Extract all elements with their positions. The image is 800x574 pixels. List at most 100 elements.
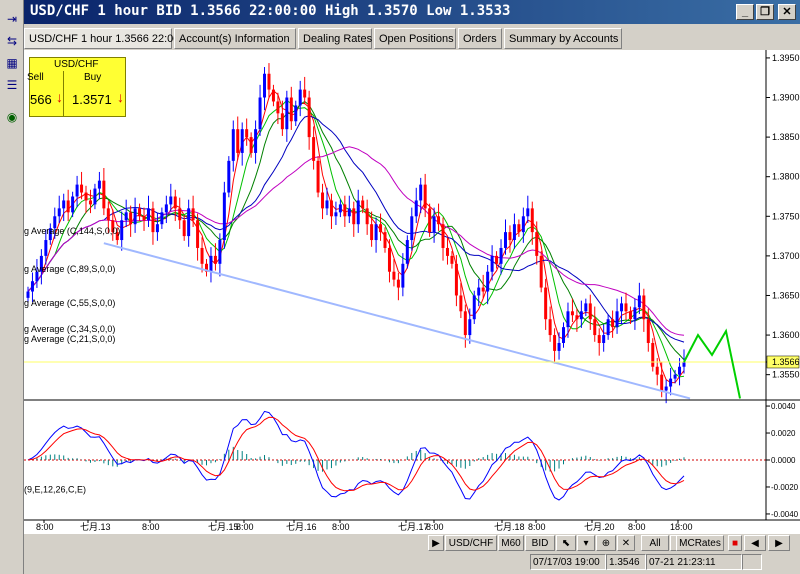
time-tick-label: 七月.15 xyxy=(208,522,239,532)
restore-button[interactable]: ❐ xyxy=(756,4,774,20)
cursor-tool-icon[interactable]: ⬉ xyxy=(556,535,576,551)
sell-label: Sell xyxy=(27,72,44,83)
candle-body xyxy=(579,311,583,320)
candle-body xyxy=(160,212,164,225)
mcrates-button[interactable]: MCRates xyxy=(676,535,724,551)
candle-body xyxy=(414,200,418,217)
candle-body xyxy=(682,361,686,367)
candle-body xyxy=(178,208,182,221)
candle-body xyxy=(419,184,423,201)
sell-arrow-icon: ↓ xyxy=(56,89,63,105)
candle-body xyxy=(294,105,298,122)
left-toolbar: ⇥ ⇆ ▦ ☰ ◉ xyxy=(0,0,24,574)
candle-body xyxy=(173,196,177,209)
candle-body xyxy=(544,287,548,320)
candle-body xyxy=(258,97,262,130)
candle-body xyxy=(374,224,378,241)
period-button[interactable]: M60 xyxy=(498,535,524,551)
time-tick-label: 18:00 xyxy=(670,522,693,532)
candle-body xyxy=(236,129,240,153)
tab-account-information[interactable]: Account(s) Information xyxy=(174,28,296,49)
candle-body xyxy=(44,240,48,256)
candle-body xyxy=(267,73,271,90)
candle-body xyxy=(557,342,561,351)
candle-body xyxy=(30,281,34,292)
candle-body xyxy=(637,295,641,308)
candle-body xyxy=(97,180,101,189)
candle-body xyxy=(392,271,396,280)
candle-body xyxy=(129,212,133,225)
candle-body xyxy=(352,208,356,225)
candle-body xyxy=(169,196,173,205)
right-arrow-icon[interactable]: ▶ xyxy=(768,535,790,551)
candle-body xyxy=(553,335,557,351)
candle-body xyxy=(249,137,253,153)
connection-indicator xyxy=(742,554,762,570)
candle-body xyxy=(245,129,249,138)
candle-body xyxy=(503,232,507,248)
candle-body xyxy=(120,220,124,241)
candle-body xyxy=(401,263,405,288)
tab-summary-by-accounts[interactable]: Summary by Accounts xyxy=(504,28,622,49)
candle-body xyxy=(93,188,97,205)
candle-body xyxy=(472,295,476,320)
red-marker-icon[interactable]: ■ xyxy=(728,535,742,551)
all-button[interactable]: All xyxy=(641,535,669,551)
indicator-label: g Average (C,34,S,0,0) xyxy=(24,324,115,334)
candle-body xyxy=(379,224,383,233)
side-button[interactable]: BID xyxy=(525,535,555,551)
swap-icon[interactable]: ⇆ xyxy=(3,32,21,50)
candle-body xyxy=(75,184,79,197)
sell-price[interactable]: 566 xyxy=(30,92,52,107)
status-datetime: 07/17/03 19:00 xyxy=(530,554,606,570)
candle-body xyxy=(276,101,280,114)
candle-body xyxy=(240,129,244,153)
zoom-icon[interactable]: ⊕ xyxy=(596,535,616,551)
target-icon[interactable]: ◉ xyxy=(3,108,21,126)
candle-body xyxy=(303,89,307,98)
price-tick-label: 1.3850 xyxy=(772,132,800,142)
candle-body xyxy=(597,335,601,343)
candle-body xyxy=(535,232,539,256)
play-button[interactable]: ▶ xyxy=(428,535,444,551)
macd-tick-label: -0.0020 xyxy=(771,483,799,492)
candle-body xyxy=(338,204,342,213)
close-chart-icon[interactable]: ✕ xyxy=(617,535,635,551)
candle-body xyxy=(164,204,168,213)
tab-open-positions[interactable]: Open Positions xyxy=(374,28,456,49)
grid-icon[interactable]: ▦ xyxy=(3,54,21,72)
tab-dealing-rates[interactable]: Dealing Rates xyxy=(298,28,372,49)
candle-body xyxy=(231,129,235,161)
title-bar: USD/CHF 1 hour BID 1.3566 22:00:00 High … xyxy=(24,0,800,24)
candle-body xyxy=(383,232,387,248)
dropdown-icon[interactable]: ▾ xyxy=(577,535,595,551)
candle-body xyxy=(133,208,137,225)
list-icon[interactable]: ☰ xyxy=(3,76,21,94)
tab-orders[interactable]: Orders xyxy=(458,28,502,49)
price-tick-label: 1.3750 xyxy=(772,211,800,221)
minimize-button[interactable]: _ xyxy=(736,4,754,20)
candle-body xyxy=(298,89,302,106)
candle-body xyxy=(428,208,432,233)
symbol-button[interactable]: USD/CHF xyxy=(445,535,497,551)
left-arrow-icon[interactable]: ◀ xyxy=(744,535,766,551)
candle-body xyxy=(673,374,677,379)
candle-body xyxy=(570,311,574,316)
close-button[interactable]: ✕ xyxy=(778,4,796,20)
candle-body xyxy=(396,279,400,288)
price-chart[interactable]: 1.3950 1.3900 1.3850 1.3800 1.3750 1.3700 1.36… xyxy=(24,50,800,534)
candle-body xyxy=(588,303,592,320)
candle-body xyxy=(437,216,441,225)
indicator-label: g Average (C,89,S,0,0) xyxy=(24,264,115,274)
indicator-label: g Average (C,55,S,0,0) xyxy=(24,298,115,308)
price-tick-label: 1.3600 xyxy=(772,330,800,340)
candle-body xyxy=(387,247,391,272)
buy-price[interactable]: 1.3571 xyxy=(72,92,112,107)
candle-body xyxy=(187,208,191,237)
time-tick-label: 8:00 xyxy=(628,522,646,532)
tab-chart[interactable]: USD/CHF 1 hour 1.3566 22:00:00 xyxy=(24,28,195,49)
time-tick-label: 七月.16 xyxy=(286,522,317,532)
pin-icon[interactable]: ⇥ xyxy=(3,10,21,28)
price-tick-label: 1.3650 xyxy=(772,290,800,300)
candle-body xyxy=(254,129,258,153)
